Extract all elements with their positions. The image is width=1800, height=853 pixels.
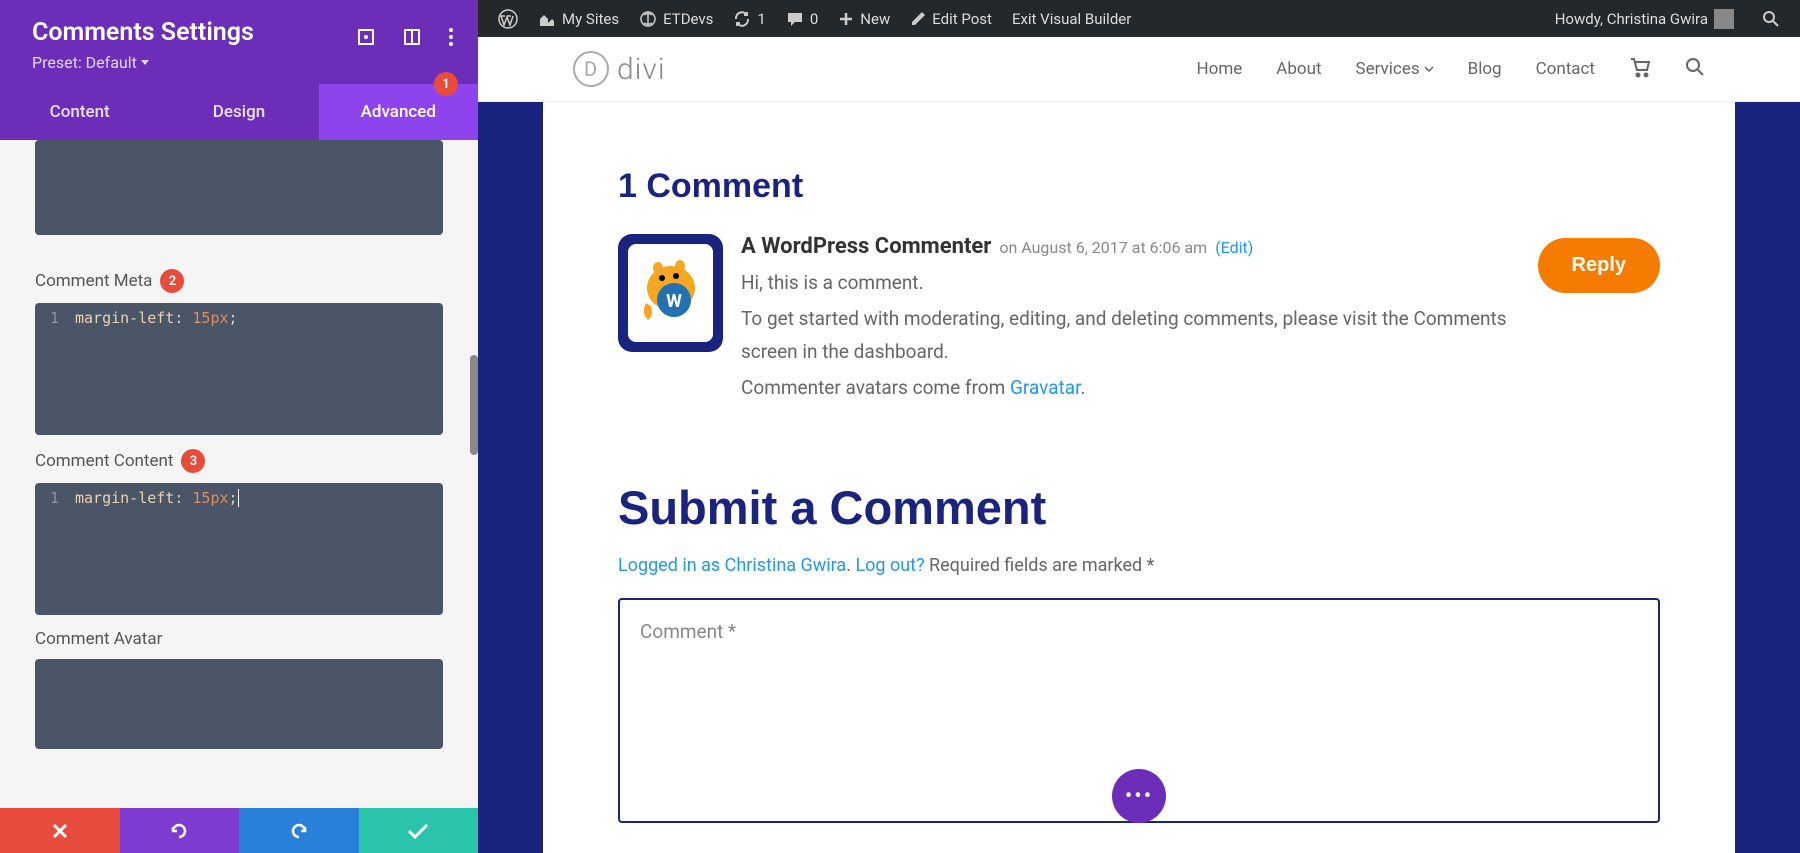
caret-down-icon (141, 60, 149, 65)
page-background: 1 Comment W (478, 102, 1800, 853)
wp-my-sites-label: My Sites (562, 10, 619, 28)
code-text: margin-left: 15px; (71, 309, 238, 327)
logo-icon: D (573, 51, 609, 87)
comment-line-3: Commenter avatars come from Gravatar. (741, 372, 1510, 404)
comment-line-1: Hi, this is a comment. (741, 267, 1510, 299)
content-card: 1 Comment W (543, 102, 1735, 853)
panel-body: Comment Meta 2 1 margin-left: 15px; Comm… (0, 140, 478, 808)
nav-home[interactable]: Home (1197, 59, 1243, 79)
code-text: margin-left: 15px; (71, 489, 239, 507)
wp-edit-post[interactable]: Edit Post (900, 0, 1002, 37)
wp-avatar (1714, 9, 1734, 29)
submit-heading: Submit a Comment (618, 480, 1660, 535)
wp-howdy-label: Howdy, Christina Gwira (1555, 10, 1708, 28)
field-comment-content-label: Comment Content (35, 451, 173, 471)
wp-site-label: ETDevs (663, 10, 713, 28)
wp-exit-vb-label: Exit Visual Builder (1012, 10, 1131, 28)
sidebar-tabs: Content Design Advanced 1 (0, 84, 478, 140)
comment-item: W A WordPress Commenter on August 6, 201… (618, 234, 1660, 408)
wapuu-icon: W (636, 258, 706, 328)
wp-exit-vb[interactable]: Exit Visual Builder (1002, 0, 1141, 37)
wp-comments-count: 0 (810, 10, 818, 28)
wp-updates-count: 1 (757, 10, 765, 28)
wp-new-label: New (860, 10, 890, 28)
code-editor-meta[interactable]: 1 margin-left: 15px; (35, 303, 443, 435)
sidebar-header-icons (357, 28, 453, 46)
line-number: 1 (35, 309, 71, 327)
main-nav: Home About Services Blog Contact (1197, 56, 1705, 82)
more-icon[interactable] (449, 28, 453, 46)
code-editor-content[interactable]: 1 margin-left: 15px; (35, 483, 443, 615)
svg-text:W: W (666, 291, 682, 312)
field-comment-meta-row: Comment Meta 2 (35, 255, 443, 303)
tab-advanced-label: Advanced (361, 102, 436, 122)
comment-avatar: W (618, 234, 723, 352)
logout-link[interactable]: Log out? (855, 555, 924, 576)
nav-contact[interactable]: Contact (1536, 59, 1595, 79)
fab-more-button[interactable]: ••• (1112, 769, 1166, 823)
tab-content[interactable]: Content (0, 84, 159, 140)
wp-my-sites[interactable]: My Sites (528, 0, 629, 37)
tab-advanced[interactable]: Advanced 1 (319, 84, 478, 140)
step-badge-3: 3 (181, 449, 205, 473)
logo-text: divi (617, 52, 666, 87)
settings-sidebar: Comments Settings Preset: Default Conten… (0, 0, 478, 853)
wp-search[interactable] (1752, 0, 1790, 37)
wp-logo[interactable] (488, 0, 528, 37)
wp-comments[interactable]: 0 (776, 0, 828, 37)
wp-edit-post-label: Edit Post (932, 10, 992, 28)
wp-updates[interactable]: 1 (723, 0, 775, 37)
responsive-icon[interactable] (403, 28, 421, 46)
save-button[interactable] (359, 808, 479, 853)
reply-button[interactable]: Reply (1538, 238, 1660, 293)
redo-button[interactable] (239, 808, 359, 853)
line-number: 1 (35, 489, 71, 507)
code-block-prev[interactable] (35, 140, 443, 235)
step-badge-1: 1 (434, 72, 458, 96)
preset-selector[interactable]: Preset: Default (32, 53, 446, 72)
sidebar-header: Comments Settings Preset: Default (0, 0, 478, 84)
preset-label: Preset: Default (32, 53, 137, 72)
field-comment-content-row: Comment Content 3 (35, 435, 443, 483)
undo-button[interactable] (120, 808, 240, 853)
main-area: My Sites ETDevs 1 0 New Edit Post (478, 0, 1800, 853)
field-comment-avatar-label: Comment Avatar (35, 629, 162, 649)
wp-howdy[interactable]: Howdy, Christina Gwira (1545, 0, 1744, 37)
search-icon[interactable] (1685, 57, 1705, 81)
cart-icon[interactable] (1629, 56, 1651, 82)
nav-services[interactable]: Services (1356, 59, 1434, 79)
wp-site-name[interactable]: ETDevs (629, 0, 723, 37)
chevron-down-icon (1424, 66, 1434, 72)
sidebar-footer (0, 808, 478, 853)
code-editor-avatar[interactable] (35, 659, 443, 749)
field-comment-avatar-row: Comment Avatar (35, 615, 443, 659)
comments-heading: 1 Comment (618, 167, 1660, 206)
submit-meta: Logged in as Christina Gwira. Log out? R… (618, 555, 1660, 576)
gravatar-link[interactable]: Gravatar (1010, 376, 1080, 399)
site-header: D divi Home About Services Blog Contact (478, 37, 1800, 102)
step-badge-2: 2 (160, 269, 184, 293)
scrollbar-handle[interactable] (470, 355, 478, 455)
nav-about[interactable]: About (1276, 59, 1321, 79)
wp-new[interactable]: New (828, 0, 900, 37)
comment-author[interactable]: A WordPress Commenter (741, 234, 991, 259)
field-comment-meta-label: Comment Meta (35, 271, 152, 291)
comment-date: on August 6, 2017 at 6:06 am (999, 238, 1207, 257)
comment-line-2: To get started with moderating, editing,… (741, 303, 1510, 368)
expand-icon[interactable] (357, 28, 375, 46)
wp-admin-bar: My Sites ETDevs 1 0 New Edit Post (478, 0, 1800, 37)
logged-in-link[interactable]: Logged in as Christina Gwira (618, 555, 846, 576)
tab-design[interactable]: Design (159, 84, 318, 140)
comment-edit-link[interactable]: (Edit) (1215, 238, 1253, 257)
site-logo[interactable]: D divi (573, 51, 666, 87)
close-button[interactable] (0, 808, 120, 853)
comment-body: A WordPress Commenter on August 6, 2017 … (741, 234, 1660, 408)
nav-blog[interactable]: Blog (1468, 59, 1502, 79)
